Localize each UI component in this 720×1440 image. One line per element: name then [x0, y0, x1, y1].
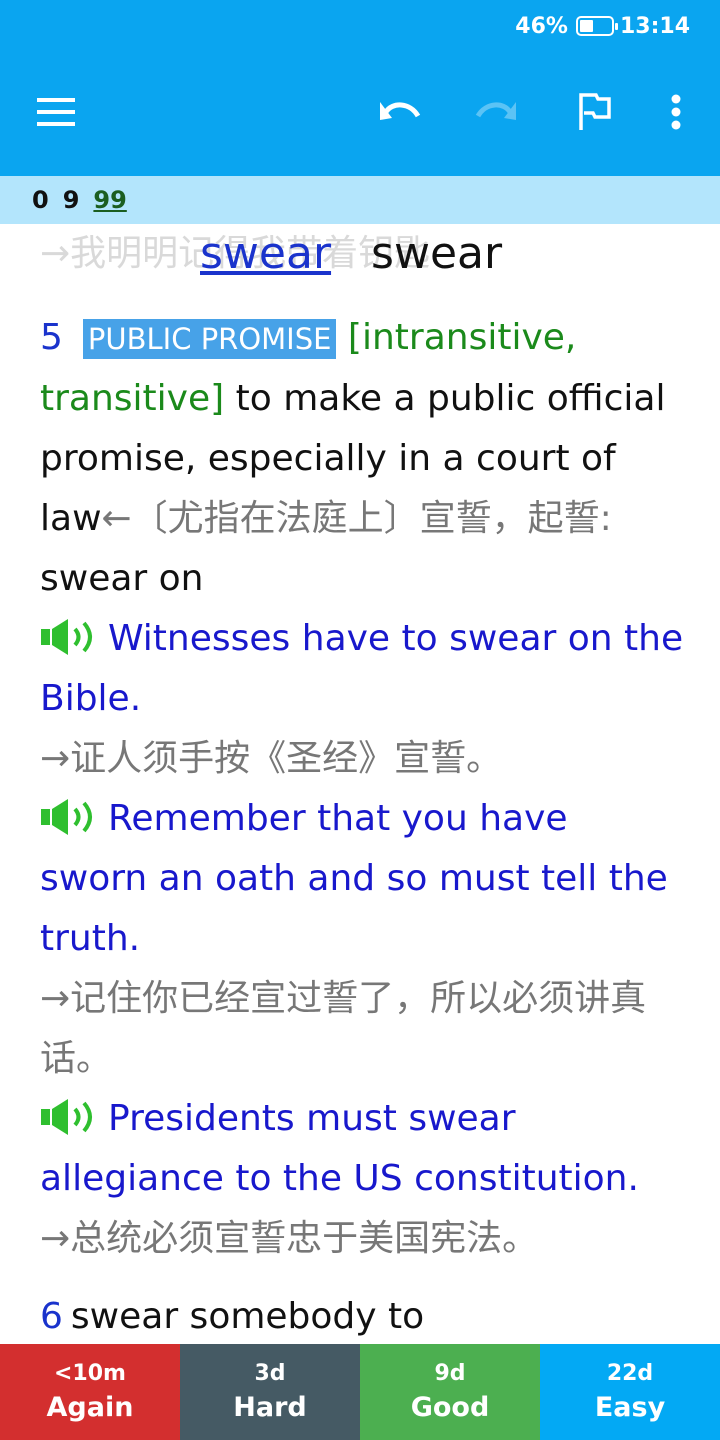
- sense-definition: 5 PUBLIC PROMISE [intransitive, transitiv…: [40, 308, 685, 549]
- flag-icon: [579, 93, 611, 130]
- good-label: Good: [410, 1392, 490, 1423]
- speaker-icon[interactable]: [40, 615, 100, 655]
- good-interval: 9d: [434, 1361, 466, 1386]
- definition-translation: ←〔尤指在法庭上〕宣誓，起誓:: [101, 498, 612, 539]
- hard-interval: 3d: [254, 1361, 286, 1386]
- next-sense-number: 6: [40, 1296, 63, 1337]
- more-options-button[interactable]: [648, 84, 704, 140]
- again-button[interactable]: <10m Again: [0, 1344, 180, 1440]
- card-counts-bar: 0 9 99: [0, 176, 720, 224]
- learning-count: 9: [62, 186, 80, 214]
- redo-icon: [475, 102, 516, 120]
- battery-percent: 46%: [515, 13, 568, 39]
- easy-button[interactable]: 22d Easy: [540, 1344, 720, 1440]
- speaker-icon[interactable]: [40, 795, 100, 835]
- signpost-badge: PUBLIC PROMISE: [82, 319, 337, 359]
- again-interval: <10m: [54, 1361, 126, 1386]
- new-count: 0: [32, 186, 49, 214]
- next-sense: 6 swear somebody to: [40, 1296, 424, 1337]
- card-content: →我明明记得我带着钥匙 swear swear 5 PUBLIC PROMISE […: [0, 224, 720, 1344]
- redo-button[interactable]: [468, 84, 524, 140]
- undo-button[interactable]: [372, 84, 428, 140]
- more-vert-icon: [671, 94, 681, 130]
- example-sentence: Presidents must swear allegiance to the …: [40, 1089, 685, 1209]
- example-text: Presidents must swear allegiance to the …: [40, 1098, 639, 1199]
- example-translation: →记住你已经宣过誓了，所以必须讲真话。: [40, 978, 647, 1079]
- menu-button[interactable]: [28, 84, 84, 140]
- easy-interval: 22d: [606, 1361, 654, 1386]
- answer-buttons: <10m Again 3d Hard 9d Good 22d Easy: [0, 1344, 720, 1440]
- clock: 13:14: [619, 13, 690, 39]
- review-count: 99: [93, 186, 127, 214]
- menu-icon: [37, 98, 75, 126]
- headword-link[interactable]: swear: [200, 228, 331, 279]
- easy-label: Easy: [594, 1392, 666, 1423]
- example-text: Remember that you have sworn an oath and…: [40, 798, 668, 959]
- example-sentence: Witnesses have to swear on the Bible.: [40, 609, 685, 729]
- flag-button[interactable]: [566, 84, 622, 140]
- example-sentence: Remember that you have sworn an oath and…: [40, 789, 685, 969]
- status-bar: 46% 13:14: [515, 11, 690, 41]
- battery-icon: [575, 16, 618, 36]
- example-translation: →总统必须宣誓忠于美国宪法。: [40, 1218, 539, 1259]
- battery-fill: [579, 20, 594, 32]
- again-label: Again: [46, 1392, 134, 1423]
- undo-icon: [380, 102, 421, 120]
- headword: swear swear: [200, 228, 502, 279]
- headword-text: swear: [371, 228, 503, 279]
- app-bar: 46% 13:14: [0, 0, 720, 176]
- good-button[interactable]: 9d Good: [360, 1344, 540, 1440]
- speaker-icon[interactable]: [40, 1095, 100, 1135]
- collocation: swear on: [40, 558, 204, 599]
- hard-label: Hard: [233, 1392, 307, 1423]
- hard-button[interactable]: 3d Hard: [180, 1344, 360, 1440]
- example-translation: →证人须手按《圣经》宣誓。: [40, 738, 503, 779]
- next-sense-text: swear somebody to: [70, 1296, 425, 1337]
- sense-number: 5: [40, 317, 63, 358]
- example-text: Witnesses have to swear on the Bible.: [40, 618, 684, 719]
- sense-block: 5 PUBLIC PROMISE [intransitive, transitiv…: [40, 308, 685, 1269]
